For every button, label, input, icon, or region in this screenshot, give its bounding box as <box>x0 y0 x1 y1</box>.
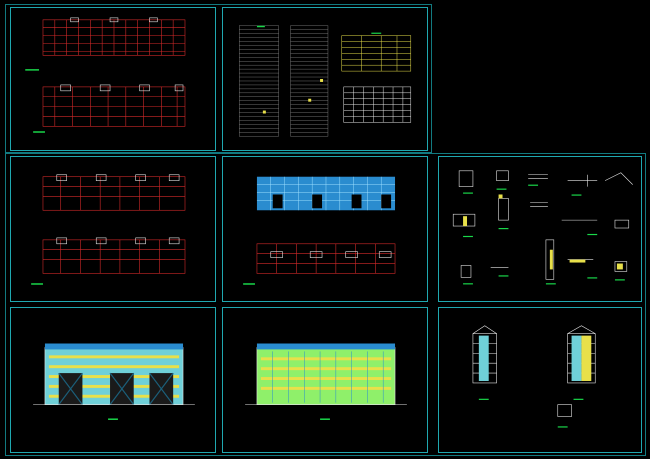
sheet-floor-plans-a[interactable] <box>10 7 216 151</box>
sheet-roof-plans[interactable] <box>222 156 428 302</box>
section-drawing <box>472 325 596 428</box>
sheet-floor-plans-b[interactable] <box>10 156 216 302</box>
schedule-drawing <box>239 25 412 137</box>
floor-plan-drawing <box>31 174 186 285</box>
floor-plan-drawing <box>25 17 186 133</box>
sheet-rear-elevation[interactable] <box>222 307 428 453</box>
elevation-drawing <box>33 343 195 420</box>
sheet-details[interactable] <box>438 156 642 302</box>
title-marker-icon <box>25 69 40 71</box>
roof-plan-drawing <box>243 176 396 285</box>
sheet-tables[interactable] <box>222 7 428 151</box>
title-marker-icon <box>33 131 45 133</box>
sheet-sections[interactable] <box>438 307 642 453</box>
sheet-front-elevation[interactable] <box>10 307 216 453</box>
details-drawing <box>452 170 633 285</box>
elevation-drawing <box>245 343 407 420</box>
